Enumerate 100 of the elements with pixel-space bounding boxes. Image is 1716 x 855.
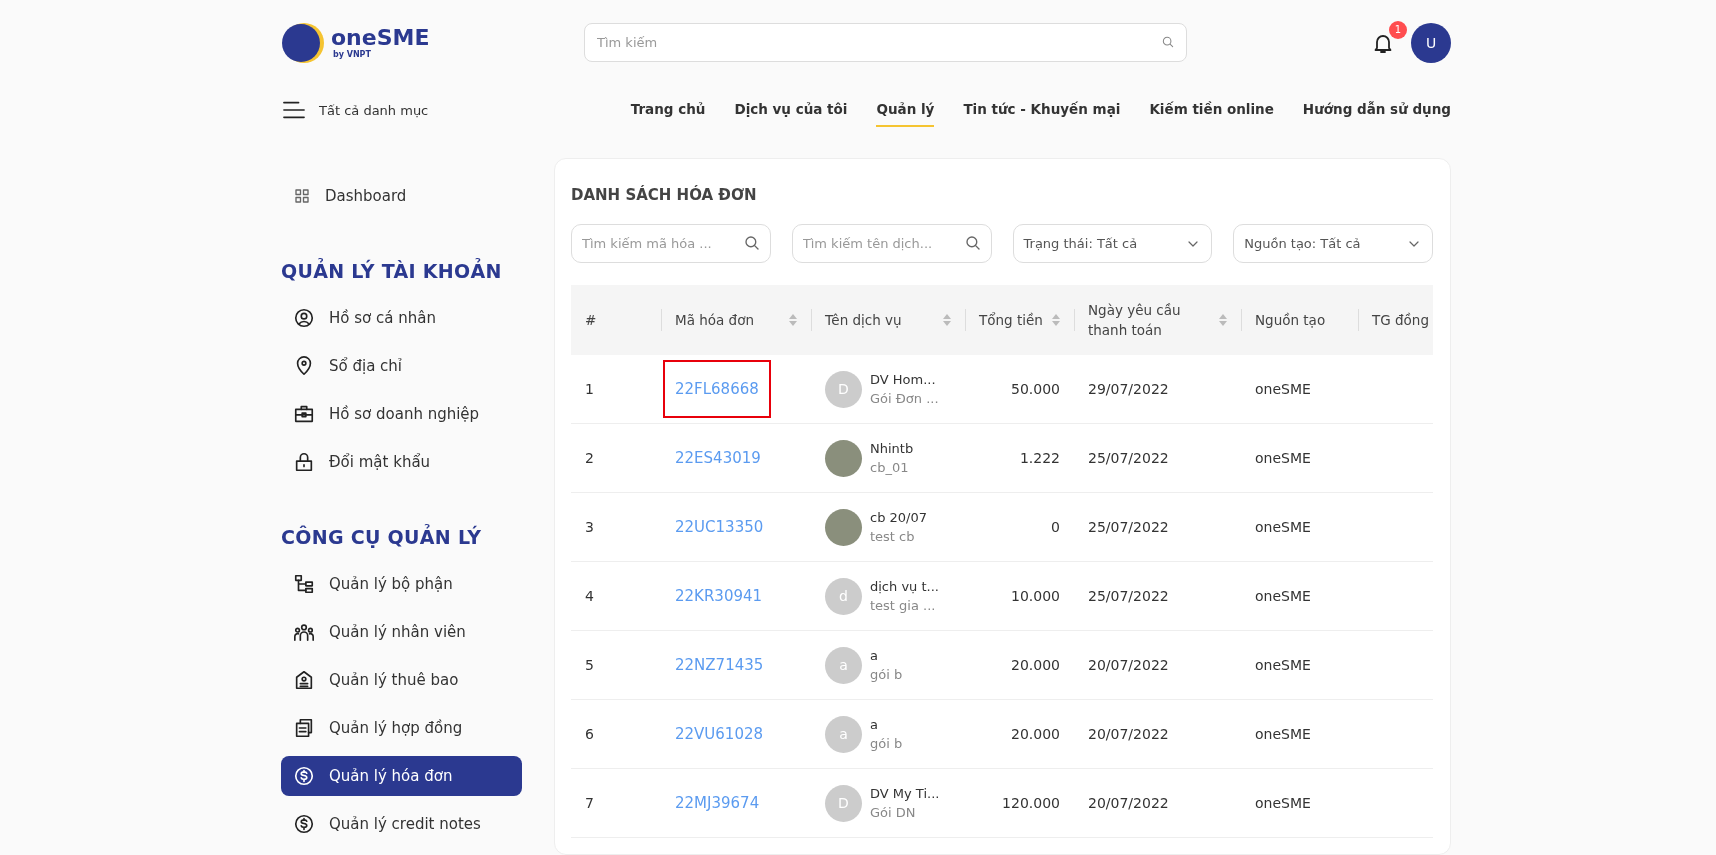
table-cell: 29/07/2022 (1088, 381, 1169, 397)
table-cell: oneSME (1255, 588, 1311, 604)
sidebar-item[interactable]: Quản lý hợp đồng (281, 708, 522, 748)
user-circle-icon (293, 307, 315, 329)
table-cell: 7 (585, 795, 594, 811)
section-heading: CÔNG CỤ QUẢN LÝ (281, 526, 483, 548)
sidebar-item[interactable]: Sổ địa chỉ (281, 346, 522, 386)
column-header: Tên dịch vụ (825, 311, 902, 330)
dollar-circle-icon (293, 813, 315, 835)
table-cell: 4 (585, 588, 594, 604)
sidebar-item[interactable]: Quản lý credit notes (281, 804, 522, 844)
table-cell: oneSME (1255, 381, 1311, 397)
sidebar-item[interactable]: Quản lý thuê bao (281, 660, 522, 700)
lock-icon (293, 451, 315, 473)
sort-icon[interactable] (1052, 314, 1060, 326)
column-header: # (585, 311, 597, 330)
sidebar-item[interactable]: Hồ sơ cá nhân (281, 298, 522, 338)
table-cell: 20.000 (1011, 726, 1060, 742)
page-title: DANH SÁCH HÓA ĐƠN (571, 186, 758, 204)
table-cell: 25/07/2022 (1088, 519, 1169, 535)
section-heading: QUẢN LÝ TÀI KHOẢN (281, 260, 503, 282)
column-header: Ngày yêu cầu thanh toán (1088, 301, 1182, 340)
documents-icon (293, 717, 315, 739)
table-cell: oneSME (1255, 657, 1311, 673)
sidebar-item[interactable]: Quản lý hóa đơn (281, 756, 522, 796)
table-cell: oneSME (1255, 450, 1311, 466)
table-cell: 2 (585, 450, 594, 466)
sidebar-item[interactable]: Hồ sơ doanh nghiệp (281, 394, 522, 434)
nav-link[interactable]: Tin tức - Khuyến mại (963, 93, 1121, 127)
logo-wordmark: oneSME (331, 26, 430, 50)
table-cell: 20/07/2022 (1088, 726, 1169, 742)
table-cell: oneSME (1255, 519, 1311, 535)
column-header: Tổng tiền (979, 311, 1043, 330)
photo-placeholder (825, 439, 862, 477)
column-header: Mã hóa đơn (675, 311, 754, 330)
table-cell: 20.000 (1011, 657, 1060, 673)
package-name: Gói DN (870, 805, 917, 820)
table-cell: 120.000 (1002, 795, 1060, 811)
nav-link[interactable]: Trang chủ (630, 93, 706, 127)
table-cell: 25/07/2022 (1088, 588, 1169, 604)
package-name: gói b (870, 667, 903, 682)
package-name: cb_01 (870, 460, 910, 475)
dropdown[interactable]: Trạng thái: Tất cả (1012, 224, 1213, 263)
category-menu-button[interactable]: Tất cả danh mục (281, 99, 429, 121)
service-name: a (870, 648, 879, 663)
nav-link[interactable]: Hướng dẫn sử dụng (1302, 93, 1451, 127)
notification-badge: 1 (1389, 20, 1407, 39)
table-cell: 20/07/2022 (1088, 657, 1169, 673)
dropdown[interactable]: Nguồn tạo: Tất cả (1233, 224, 1433, 263)
logo-icon (281, 20, 325, 65)
briefcase-icon (293, 403, 315, 425)
grid-icon (293, 187, 311, 205)
logo-tagline: by VNPT (332, 50, 372, 59)
service-name: cb 20/07 (870, 510, 927, 525)
dollar-circle-icon (293, 765, 315, 787)
table-cell: 5 (585, 657, 594, 673)
table-cell: oneSME (1255, 726, 1311, 742)
sort-icon[interactable] (1219, 314, 1227, 326)
sidebar-item[interactable]: Quản lý nhân viên (281, 612, 522, 652)
user-avatar[interactable]: U (1411, 22, 1451, 63)
table-cell: 6 (585, 726, 594, 742)
people-icon (293, 621, 315, 643)
search-field[interactable]: Tìm kiếm mã hóa ... (571, 224, 771, 263)
search-icon (742, 234, 761, 252)
sort-icon[interactable] (943, 314, 951, 326)
search-icon (963, 234, 982, 252)
table-cell: 10.000 (1011, 588, 1060, 604)
package-name: test gia ... (870, 598, 937, 613)
service-name: DV Hom... (870, 372, 937, 387)
service-name: DV My Ti... (870, 786, 940, 801)
sidebar-item[interactable]: Dashboard (281, 176, 522, 216)
menu-icon (281, 99, 307, 121)
package-name: Gói Đơn ... (870, 391, 939, 406)
package-name: test cb (870, 529, 916, 544)
search-field[interactable]: Tìm kiếm tên dịch... (791, 224, 992, 263)
table-cell: oneSME (1255, 795, 1311, 811)
service-name: dịch vụ t... (870, 579, 939, 594)
search-field[interactable]: Tìm kiếm (584, 23, 1187, 62)
nav-link[interactable]: Kiếm tiền online (1149, 93, 1274, 127)
sidebar-item[interactable]: Đổi mật khẩu (281, 442, 522, 482)
sidebar-item[interactable]: Quản lý bộ phận (281, 564, 522, 604)
table-cell: 0 (1051, 519, 1060, 535)
photo-placeholder (825, 508, 862, 546)
column-header: Nguồn tạo (1255, 311, 1326, 330)
org-chart-icon (293, 573, 315, 595)
table-cell: 1.222 (1019, 450, 1060, 466)
sort-icon[interactable] (789, 314, 797, 326)
service-name: a (870, 717, 879, 732)
table-cell: 20/07/2022 (1088, 795, 1169, 811)
table-cell: 3 (585, 519, 594, 535)
table-cell: 25/07/2022 (1088, 450, 1169, 466)
search-icon (1161, 35, 1175, 49)
table-cell: 1 (585, 381, 594, 397)
service-name: Nhintb (870, 441, 914, 456)
id-badge-icon (293, 669, 315, 691)
nav-link[interactable]: Dịch vụ của tôi (734, 93, 848, 127)
nav-link[interactable]: Quản lý (876, 93, 935, 127)
table-cell: 50.000 (1011, 381, 1060, 397)
column-header: TG đồng (1372, 311, 1429, 330)
package-name: gói b (870, 736, 903, 751)
